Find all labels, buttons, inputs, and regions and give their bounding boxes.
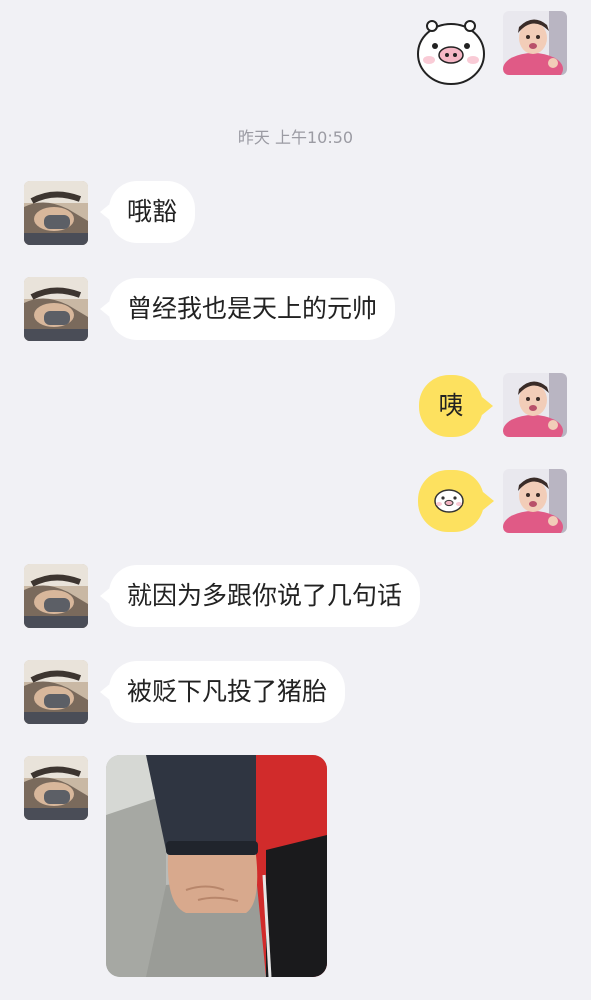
message-text: 咦 — [438, 391, 464, 420]
message-bubble[interactable]: 曾经我也是天上的元帅 — [99, 278, 396, 340]
fist-photo[interactable] — [106, 755, 327, 977]
message-text: 被贬下凡投了猪胎 — [127, 677, 328, 706]
pig-sticker-top[interactable] — [410, 8, 492, 90]
timestamp: 昨天 上午10:50 — [237, 128, 354, 147]
message-bubble[interactable]: 就因为多跟你说了几句话 — [99, 565, 421, 627]
my-sticker-bubble[interactable] — [418, 470, 494, 532]
message-text: 就因为多跟你说了几句话 — [127, 581, 403, 610]
message-text: 曾经我也是天上的元帅 — [127, 294, 378, 323]
contact-avatar[interactable] — [24, 660, 88, 724]
message-text: 哦豁 — [127, 197, 178, 226]
contact-avatar[interactable] — [24, 564, 88, 628]
contact-avatar[interactable] — [24, 181, 88, 245]
contact-avatar[interactable] — [24, 756, 88, 820]
message-bubble[interactable]: 被贬下凡投了猪胎 — [99, 661, 346, 723]
my-avatar[interactable] — [503, 469, 567, 533]
my-message-bubble[interactable]: 咦 — [419, 375, 493, 437]
my-avatar[interactable] — [503, 11, 567, 75]
pig-face-sticker-icon — [434, 489, 464, 513]
my-avatar[interactable] — [503, 373, 567, 437]
contact-avatar[interactable] — [24, 277, 88, 341]
message-bubble[interactable]: 哦豁 — [99, 181, 196, 243]
